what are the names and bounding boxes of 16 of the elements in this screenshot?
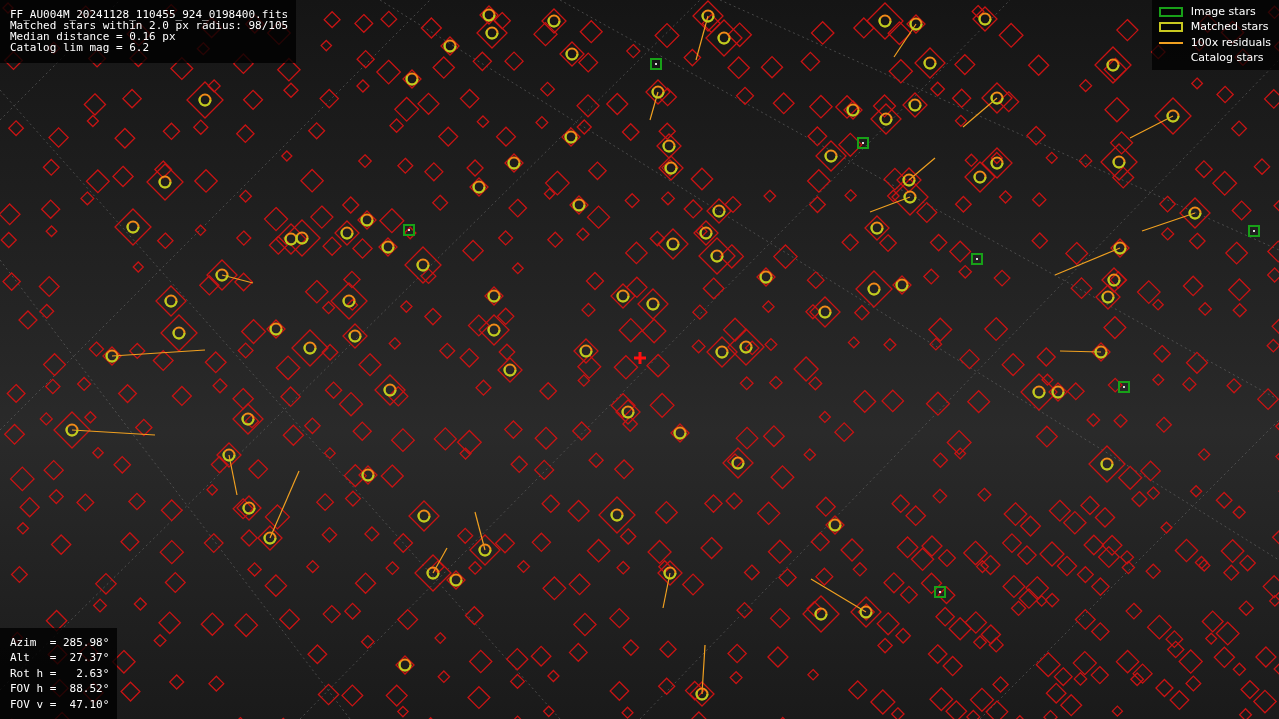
image-info-line: Catalog lim mag = 6.2 (10, 42, 150, 53)
pointing-info-line: FOV v = 47.10° (10, 696, 110, 712)
pointing-info-line: Alt = 27.37° (10, 650, 110, 666)
legend-rectangle-icon (1158, 22, 1183, 33)
legend-rectangle-icon (1158, 6, 1183, 17)
image-info-line: Matched stars within 2.0 px radius: 98/105 (10, 20, 289, 31)
pointing-info-line: FOV h = 88.52° (10, 681, 110, 697)
pointing-info-line: Azim = 285.98° (10, 634, 110, 650)
pointing-info-line: Rot h = 2.63° (10, 665, 110, 681)
legend-label: Catalog stars (1190, 50, 1264, 66)
legend-label: Image stars (1190, 3, 1256, 20)
image-info-line: FF_AU004M_20241128_110455_924_0198400.fits (10, 9, 289, 20)
image-info-line: Median distance = 0.16 px (10, 31, 176, 42)
legend-line-icon (1158, 41, 1183, 44)
legend-label: Matched stars (1190, 19, 1269, 35)
legend-label: 100x residuals (1190, 34, 1271, 51)
